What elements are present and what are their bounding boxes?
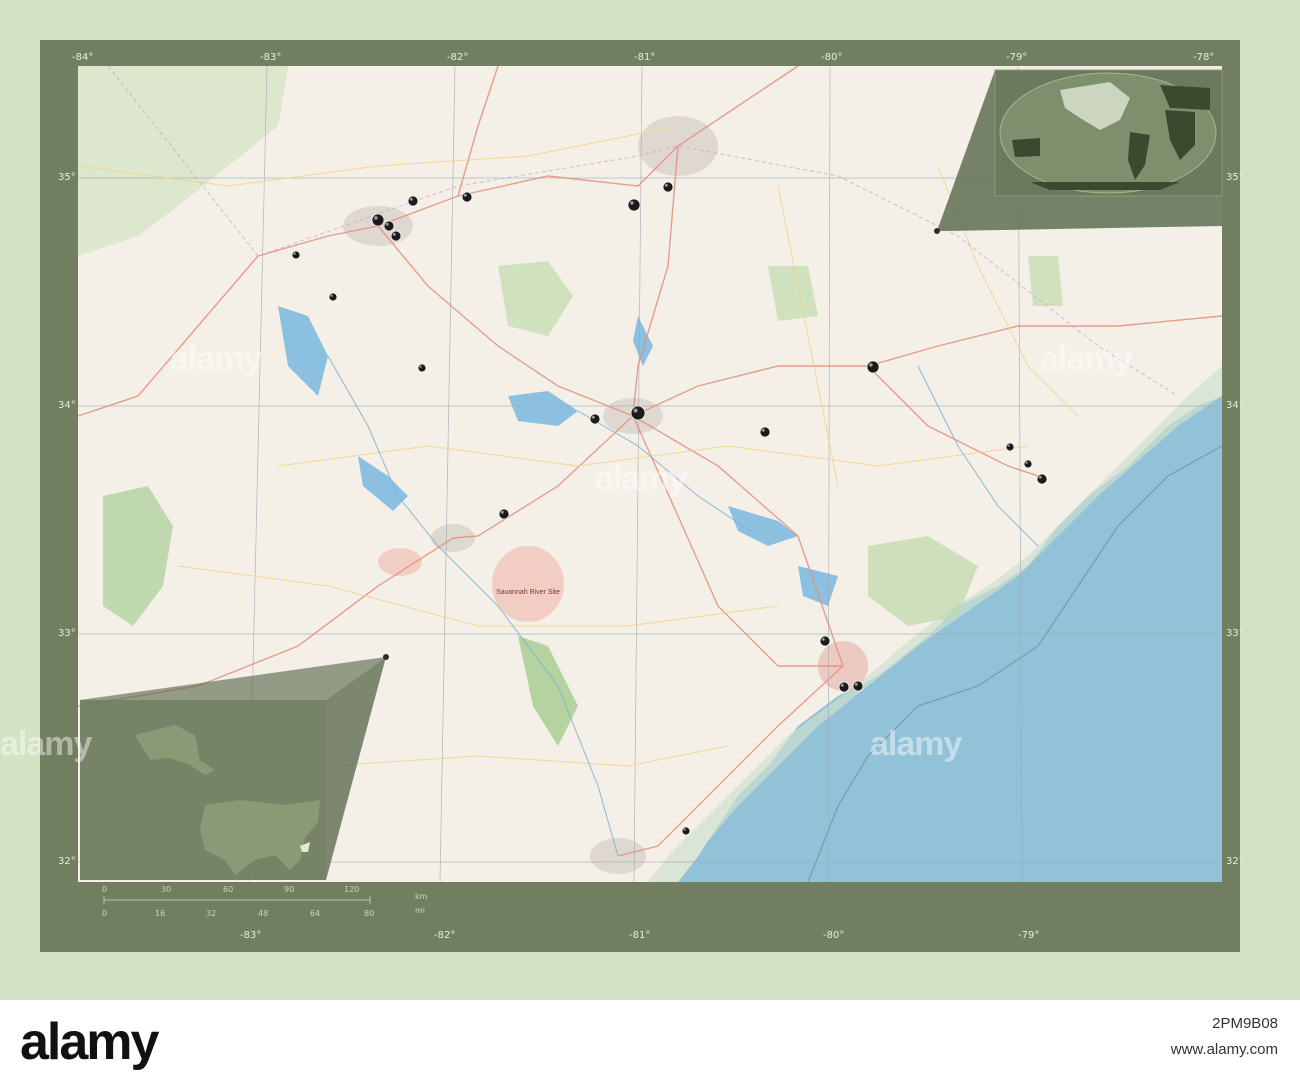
lon-bottom-81: -81° <box>629 930 651 941</box>
scale-mi-0: 0 <box>102 909 108 918</box>
scale-km-120: 120 <box>344 885 360 894</box>
lon-top-81: -81° <box>634 52 656 63</box>
image-id: 2PM9B08 <box>1212 1015 1278 1032</box>
footer-bar <box>0 1000 1300 1084</box>
scale-km-0: 0 <box>102 885 108 894</box>
page: { "map": { "region": "South Carolina", "… <box>0 0 1300 1084</box>
scale-km-30: 30 <box>161 885 172 894</box>
scale-mi-32: 32 <box>206 909 217 918</box>
site-url: www.alamy.com <box>1170 1041 1278 1058</box>
lon-top-83: -83° <box>260 52 282 63</box>
inset-overlays <box>80 69 1223 904</box>
scale-mi-unit: mi <box>415 906 426 915</box>
globe-anchor-point <box>934 228 940 234</box>
watermark-1: alamy <box>170 340 262 378</box>
lat-left-34: 34° <box>58 400 76 411</box>
scale-mi-80: 80 <box>364 909 375 918</box>
lon-top-82: -82° <box>447 52 469 63</box>
lat-right-33: 33° <box>1226 628 1244 639</box>
scale-km-90: 90 <box>284 885 295 894</box>
scale-mi-64: 64 <box>310 909 321 918</box>
lat-left-35: 35° <box>58 172 76 183</box>
lat-right-34: 34° <box>1226 400 1244 411</box>
watermark-5: alamy <box>870 725 962 763</box>
usa-anchor-point <box>383 654 389 660</box>
alamy-logo: alamy <box>20 1013 159 1071</box>
scale-bar <box>103 896 371 904</box>
lon-bottom-82: -82° <box>434 930 456 941</box>
lat-left-33: 33° <box>58 628 76 639</box>
lon-top-79: -79° <box>1006 52 1028 63</box>
globe-antarctica <box>1030 182 1180 190</box>
lon-top-84: -84° <box>72 52 94 63</box>
lat-right-32: 32° <box>1226 856 1244 867</box>
lon-top-78: -78° <box>1193 52 1215 63</box>
lon-bottom-80: -80° <box>823 930 845 941</box>
lon-bottom-79: -79° <box>1018 930 1040 941</box>
watermark-4: alamy <box>0 725 92 763</box>
globe-australia <box>1012 138 1040 157</box>
scale-km-unit: km <box>415 892 428 901</box>
watermark-2: alamy <box>595 460 687 498</box>
scale-km-60: 60 <box>223 885 234 894</box>
lon-bottom-83: -83° <box>240 930 262 941</box>
lon-top-80: -80° <box>821 52 843 63</box>
lat-left-32: 32° <box>58 856 76 867</box>
scale-mi-48: 48 <box>258 909 269 918</box>
alamy-meta: 2PM9B08 www.alamy.com <box>1171 1011 1278 1063</box>
watermark-3: alamy <box>1040 340 1132 378</box>
scale-mi-16: 16 <box>155 909 166 918</box>
lat-right-35: 35° <box>1226 172 1244 183</box>
